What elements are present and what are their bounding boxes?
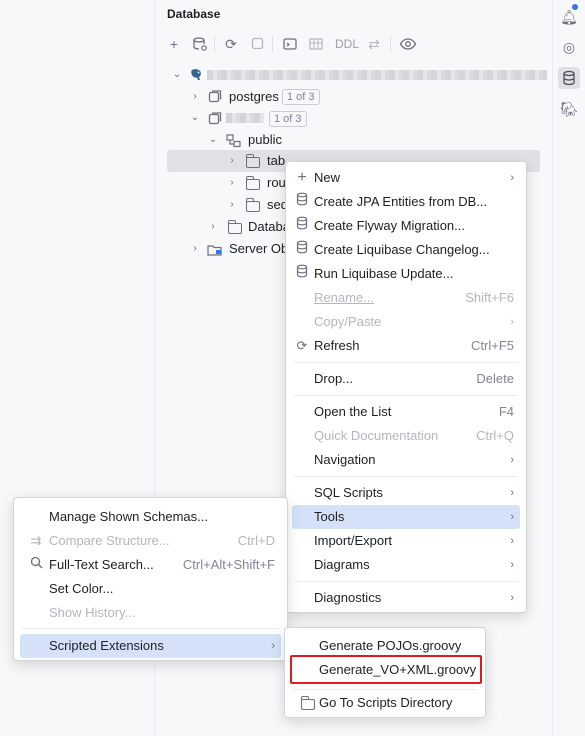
menu-item-diagrams[interactable]: Diagrams › — [286, 553, 526, 577]
database-icon — [294, 238, 310, 262]
schema-count-badge: 1 of 3 — [282, 89, 320, 105]
redacted-connection-name — [207, 70, 547, 80]
menu-item-set-color[interactable]: Set Color... — [14, 577, 287, 601]
menu-separator — [293, 689, 477, 690]
chevron-right-icon[interactable]: › — [226, 150, 238, 172]
chevron-right-icon: › — [271, 640, 275, 652]
menu-item-tools[interactable]: Tools › — [292, 505, 520, 529]
menu-item-sql-scripts[interactable]: SQL Scripts › — [286, 481, 526, 505]
panel-title: Database — [167, 7, 221, 21]
chevron-down-icon[interactable]: ⌄ — [189, 107, 201, 129]
tools-submenu: Manage Shown Schemas... ⇉ Compare Struct… — [13, 497, 288, 661]
folder-icon — [301, 696, 315, 710]
console-icon[interactable] — [280, 34, 300, 54]
chevron-down-icon[interactable]: ⌄ — [207, 129, 219, 151]
menu-item-drop[interactable]: Drop... Delete — [286, 367, 526, 391]
context-menu: + New › Create JPA Entities from DB... C… — [285, 161, 527, 613]
menu-item-create-liquibase-changelog[interactable]: Create Liquibase Changelog... — [286, 238, 526, 262]
menu-item-run-liquibase-update[interactable]: Run Liquibase Update... — [286, 262, 526, 286]
menu-item-open-the-list[interactable]: Open the List F4 — [286, 400, 526, 424]
compare-icon: ⇉ — [30, 533, 42, 548]
view-options-icon[interactable] — [398, 34, 418, 54]
folder-icon — [246, 198, 260, 212]
chevron-right-icon[interactable]: › — [226, 194, 238, 216]
chevron-right-icon: › — [510, 487, 514, 499]
tree-item-tables[interactable]: tab — [267, 150, 285, 172]
chevron-right-icon: › — [510, 454, 514, 466]
menu-item-rename[interactable]: Rename... Shift+F6 — [286, 286, 526, 310]
chevron-right-icon: › — [510, 316, 514, 328]
menu-item-diagnostics[interactable]: Diagnostics › — [286, 586, 526, 610]
menu-item-copy-paste[interactable]: Copy/Paste › — [286, 310, 526, 334]
jump-to-source-icon[interactable]: ⇄ — [364, 34, 384, 54]
search-icon — [28, 553, 44, 577]
chevron-right-icon[interactable]: › — [189, 86, 201, 108]
menu-item-create-flyway-migration[interactable]: Create Flyway Migration... — [286, 214, 526, 238]
menu-item-show-history[interactable]: Show History... — [14, 601, 287, 625]
tree-item-database-objects[interactable]: Databa — [248, 216, 290, 238]
database-icon — [294, 190, 310, 214]
folder-icon — [228, 220, 242, 234]
toolbar-separator — [214, 36, 215, 52]
ddl-button[interactable]: DDL — [335, 37, 359, 51]
menu-item-full-text-search[interactable]: Full-Text Search... Ctrl+Alt+Shift+F — [14, 553, 287, 577]
tree-item-postgres[interactable]: postgres — [229, 86, 279, 108]
menu-item-refresh[interactable]: ⟳ Refresh Ctrl+F5 — [286, 334, 526, 358]
postgresql-icon — [189, 68, 203, 82]
menu-item-navigation[interactable]: Navigation › — [286, 448, 526, 472]
add-icon[interactable]: + — [164, 34, 184, 54]
table-view-icon[interactable] — [306, 34, 326, 54]
database-icon — [294, 214, 310, 238]
server-objects-icon — [207, 243, 223, 257]
toolbar-separator — [272, 36, 273, 52]
database-icon — [294, 262, 310, 286]
stop-icon[interactable] — [248, 34, 268, 54]
plus-icon: + — [297, 169, 307, 186]
chevron-right-icon[interactable]: › — [189, 238, 201, 260]
scripted-extensions-submenu: Generate POJOs.groovy Generate_VO+XML.gr… — [284, 627, 486, 718]
gradle-icon[interactable]: 🐘︎ — [558, 98, 580, 120]
chevron-right-icon: › — [510, 592, 514, 604]
menu-item-import-export[interactable]: Import/Export › — [286, 529, 526, 553]
highlight-outline — [290, 655, 482, 684]
refresh-icon[interactable]: ⟳ — [221, 34, 241, 54]
notification-dot — [572, 4, 578, 10]
chevron-right-icon: › — [510, 172, 514, 184]
menu-separator — [22, 628, 279, 629]
data-source-properties-icon[interactable] — [190, 34, 210, 54]
database-tool-icon[interactable] — [558, 67, 580, 89]
schema-icon — [226, 134, 242, 148]
chevron-right-icon[interactable]: › — [226, 172, 238, 194]
toolbar-separator — [390, 36, 391, 52]
chevron-down-icon[interactable]: ⌄ — [171, 64, 183, 86]
folder-icon — [246, 154, 260, 168]
menu-separator — [294, 362, 518, 363]
menu-item-manage-shown-schemas[interactable]: Manage Shown Schemas... — [14, 505, 287, 529]
menu-separator — [294, 476, 518, 477]
menu-item-create-jpa-entities[interactable]: Create JPA Entities from DB... — [286, 190, 526, 214]
tree-item-routines[interactable]: rou — [267, 172, 286, 194]
chevron-right-icon: › — [510, 511, 514, 523]
menu-separator — [294, 581, 518, 582]
chevron-right-icon[interactable]: › — [207, 216, 219, 238]
menu-item-go-to-scripts-directory[interactable]: Go To Scripts Directory — [285, 691, 485, 715]
refresh-icon: ⟳ — [296, 338, 308, 353]
chevron-right-icon: › — [510, 559, 514, 571]
menu-item-compare-structure[interactable]: ⇉ Compare Structure... Ctrl+D — [14, 529, 287, 553]
redacted-database-name — [226, 113, 264, 123]
menu-separator — [294, 395, 518, 396]
folder-icon — [246, 176, 260, 190]
tree-item-public[interactable]: public — [248, 129, 282, 151]
database-icon — [208, 90, 222, 104]
menu-item-scripted-extensions[interactable]: Scripted Extensions › — [20, 634, 281, 658]
ai-assistant-icon[interactable]: ◎ — [558, 36, 580, 58]
database-icon — [208, 112, 222, 126]
menu-item-new[interactable]: + New › — [286, 166, 526, 190]
menu-item-quick-documentation[interactable]: Quick Documentation Ctrl+Q — [286, 424, 526, 448]
schema-count-badge: 1 of 3 — [269, 111, 307, 127]
tree-item-server-objects[interactable]: Server Obj — [229, 238, 291, 260]
chevron-right-icon: › — [510, 535, 514, 547]
